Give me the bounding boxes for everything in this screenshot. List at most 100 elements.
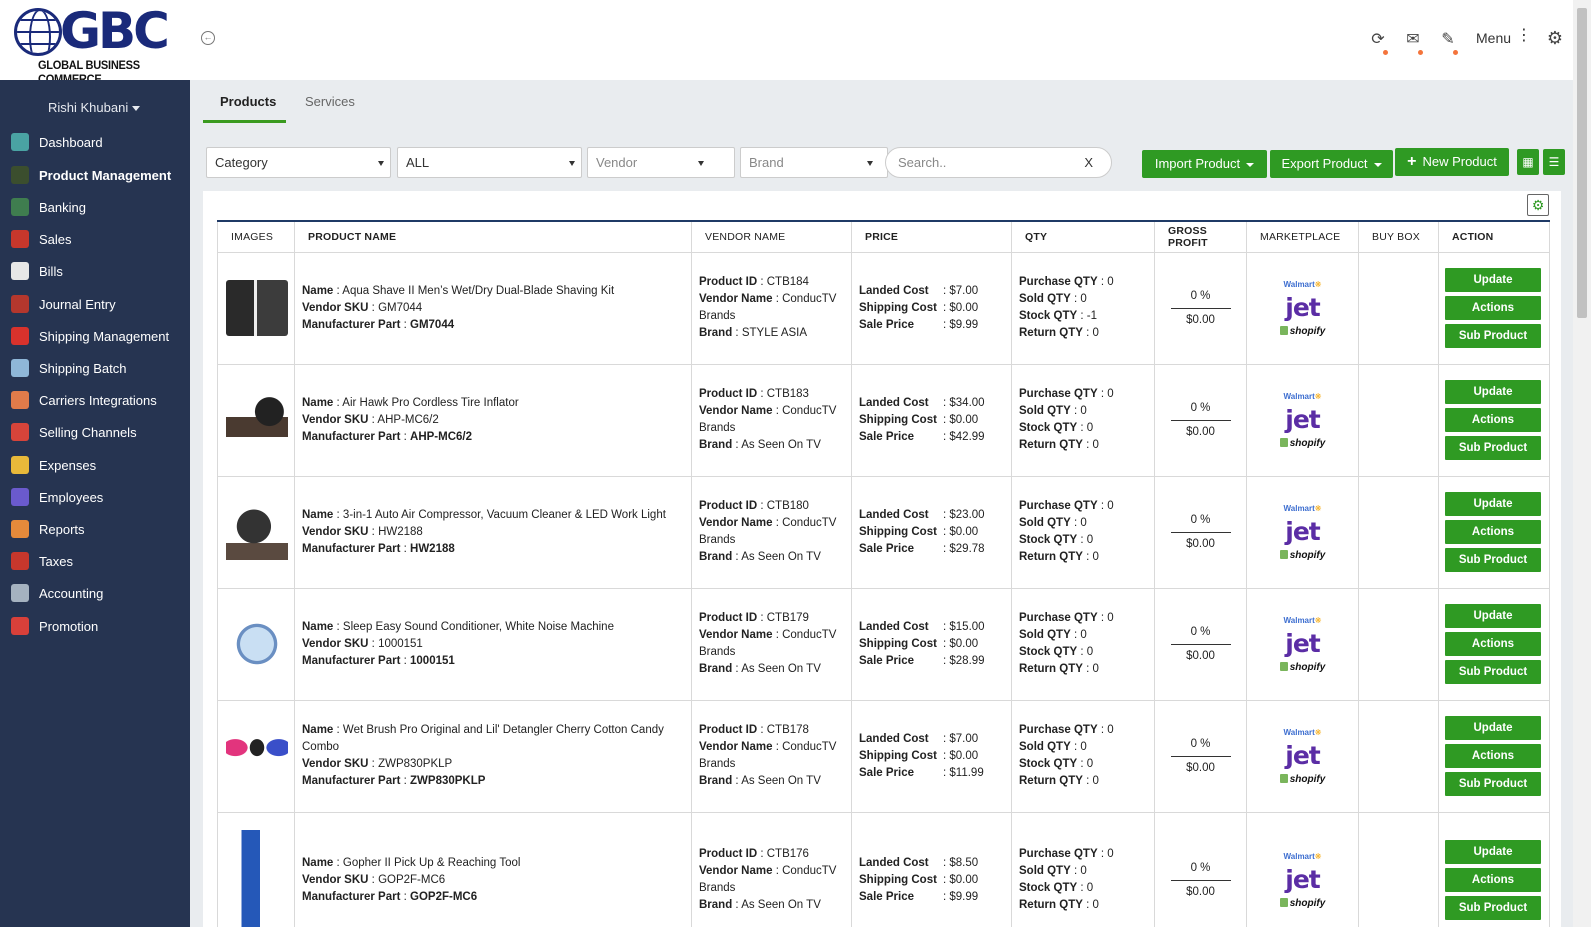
column-settings-icon[interactable]: ⚙ bbox=[1527, 194, 1549, 216]
product-thumbnail[interactable] bbox=[226, 280, 288, 336]
actions-button[interactable]: Actions bbox=[1445, 520, 1541, 544]
sub-product-button[interactable]: Sub Product bbox=[1445, 660, 1541, 684]
edit-icon[interactable]: ✎ bbox=[1438, 28, 1458, 55]
menu-button[interactable]: Menu bbox=[1476, 30, 1511, 46]
sidebar-item-product-management[interactable]: Product Management bbox=[0, 161, 190, 189]
update-button[interactable]: Update bbox=[1445, 716, 1541, 740]
actions-button[interactable]: Actions bbox=[1445, 868, 1541, 892]
logo[interactable]: GBC GLOBAL BUSINESS COMMERCE bbox=[0, 0, 190, 86]
sidebar-item-carriers-integrations[interactable]: Carriers Integrations bbox=[0, 386, 190, 414]
product-thumbnail[interactable] bbox=[226, 504, 288, 560]
sidebar-item-accounting[interactable]: Accounting bbox=[0, 579, 190, 607]
walmart-logo[interactable]: Walmart❋ bbox=[1247, 276, 1358, 293]
return-qty: 0 bbox=[1092, 775, 1099, 787]
jet-logo[interactable]: jet bbox=[1247, 865, 1358, 895]
list-view-icon[interactable]: ☰ bbox=[1543, 149, 1565, 175]
product-id: CTB184 bbox=[766, 276, 809, 288]
settings-gear-icon[interactable]: ⚙ bbox=[1545, 26, 1565, 50]
sidebar-item-employees[interactable]: Employees bbox=[0, 483, 190, 511]
walmart-logo[interactable]: Walmart❋ bbox=[1247, 724, 1358, 741]
shopify-logo[interactable]: shopify bbox=[1247, 771, 1358, 788]
update-button[interactable]: Update bbox=[1445, 840, 1541, 864]
shopify-logo[interactable]: shopify bbox=[1247, 323, 1358, 340]
tab-products[interactable]: Products bbox=[220, 94, 276, 109]
col-gross-profit[interactable]: GROSS PROFIT bbox=[1154, 220, 1247, 253]
sub-product-button[interactable]: Sub Product bbox=[1445, 896, 1541, 920]
col-price[interactable]: PRICE bbox=[851, 220, 1012, 253]
gross-profit-cell: 0 % $0.00 bbox=[1154, 587, 1247, 701]
clear-search-button[interactable]: X bbox=[1084, 148, 1093, 177]
sidebar-item-shipping-management[interactable]: Shipping Management bbox=[0, 322, 190, 350]
tab-services[interactable]: Services bbox=[305, 94, 355, 109]
scrollbar-thumb[interactable] bbox=[1577, 8, 1587, 318]
jet-logo[interactable]: jet bbox=[1247, 741, 1358, 771]
actions-button[interactable]: Actions bbox=[1445, 408, 1541, 432]
update-button[interactable]: Update bbox=[1445, 380, 1541, 404]
update-button[interactable]: Update bbox=[1445, 492, 1541, 516]
sidebar-item-sales[interactable]: Sales bbox=[0, 225, 190, 253]
back-arrow-icon[interactable]: ← bbox=[201, 31, 215, 45]
mail-icon[interactable]: ✉ bbox=[1403, 28, 1423, 55]
col-product-name[interactable]: PRODUCT NAME bbox=[294, 220, 692, 253]
jet-logo[interactable]: jet bbox=[1247, 405, 1358, 435]
shopify-logo[interactable]: shopify bbox=[1247, 895, 1358, 912]
import-product-button[interactable]: Import Product bbox=[1142, 150, 1267, 178]
jet-logo[interactable]: jet bbox=[1247, 629, 1358, 659]
col-vendor-name[interactable]: VENDOR NAME bbox=[691, 220, 852, 253]
product-name-cell: Name : Sleep Easy Sound Conditioner, Whi… bbox=[294, 587, 692, 701]
sub-product-button[interactable]: Sub Product bbox=[1445, 436, 1541, 460]
search-input[interactable]: Search.. X bbox=[885, 147, 1112, 178]
grid-view-icon[interactable]: ▦ bbox=[1517, 149, 1539, 175]
sidebar-item-dashboard[interactable]: Dashboard bbox=[0, 128, 190, 156]
new-product-button[interactable]: + New Product bbox=[1395, 148, 1509, 176]
sidebar-item-expenses[interactable]: Expenses bbox=[0, 451, 190, 479]
product-thumbnail[interactable] bbox=[226, 616, 288, 672]
product-thumbnail[interactable] bbox=[226, 728, 288, 784]
sidebar-item-selling-channels[interactable]: Selling Channels bbox=[0, 418, 190, 446]
walmart-logo[interactable]: Walmart❋ bbox=[1247, 500, 1358, 517]
price-cell: Landed Cost: $7.00 Shipping Cost: $0.00 … bbox=[851, 251, 1012, 365]
sold-qty: 0 bbox=[1080, 865, 1087, 877]
more-vertical-icon[interactable]: ⋮ bbox=[1516, 28, 1532, 44]
jet-logo[interactable]: jet bbox=[1247, 293, 1358, 323]
update-button[interactable]: Update bbox=[1445, 604, 1541, 628]
jet-logo[interactable]: jet bbox=[1247, 517, 1358, 547]
col-qty[interactable]: QTY bbox=[1011, 220, 1155, 253]
sidebar-item-journal-entry[interactable]: Journal Entry bbox=[0, 290, 190, 318]
buy-box-cell bbox=[1358, 363, 1439, 477]
sidebar-item-banking[interactable]: Banking bbox=[0, 193, 190, 221]
sub-product-button[interactable]: Sub Product bbox=[1445, 548, 1541, 572]
sidebar-item-taxes[interactable]: Taxes bbox=[0, 547, 190, 575]
update-button[interactable]: Update bbox=[1445, 268, 1541, 292]
brand-select[interactable]: Brand bbox=[740, 147, 888, 178]
sidebar-item-shipping-batch[interactable]: Shipping Batch bbox=[0, 354, 190, 382]
status-select[interactable]: ALL bbox=[397, 147, 582, 178]
product-thumbnail[interactable] bbox=[226, 392, 288, 448]
export-product-button[interactable]: Export Product bbox=[1270, 150, 1393, 178]
sidebar-item-bills[interactable]: Bills bbox=[0, 257, 190, 285]
category-select[interactable]: Category bbox=[206, 147, 391, 178]
name-label: Name bbox=[302, 396, 334, 409]
walmart-logo[interactable]: Walmart❋ bbox=[1247, 388, 1358, 405]
caret-down-icon[interactable] bbox=[132, 106, 140, 111]
shopify-logo[interactable]: shopify bbox=[1247, 435, 1358, 452]
user-menu[interactable]: Rishi Khubani bbox=[48, 100, 128, 115]
sub-product-button[interactable]: Sub Product bbox=[1445, 772, 1541, 796]
walmart-logo[interactable]: Walmart❋ bbox=[1247, 612, 1358, 629]
sub-product-button[interactable]: Sub Product bbox=[1445, 324, 1541, 348]
actions-button[interactable]: Actions bbox=[1445, 744, 1541, 768]
shopify-logo[interactable]: shopify bbox=[1247, 659, 1358, 676]
purchase-qty-label: Purchase QTY bbox=[1019, 388, 1098, 400]
shopify-logo[interactable]: shopify bbox=[1247, 547, 1358, 564]
product-thumbnail[interactable] bbox=[226, 830, 288, 927]
actions-button[interactable]: Actions bbox=[1445, 296, 1541, 320]
actions-button[interactable]: Actions bbox=[1445, 632, 1541, 656]
vendor-select[interactable]: Vendor bbox=[587, 147, 735, 178]
walmart-logo[interactable]: Walmart❋ bbox=[1247, 848, 1358, 865]
sale-price-label: Sale Price bbox=[859, 654, 914, 667]
sidebar-item-promotion[interactable]: Promotion bbox=[0, 612, 190, 640]
manufacturer-part: HW2188 bbox=[410, 542, 455, 555]
refresh-icon[interactable]: ⟳ bbox=[1368, 28, 1388, 55]
vertical-scrollbar[interactable] bbox=[1573, 0, 1591, 927]
sidebar-item-reports[interactable]: Reports bbox=[0, 515, 190, 543]
